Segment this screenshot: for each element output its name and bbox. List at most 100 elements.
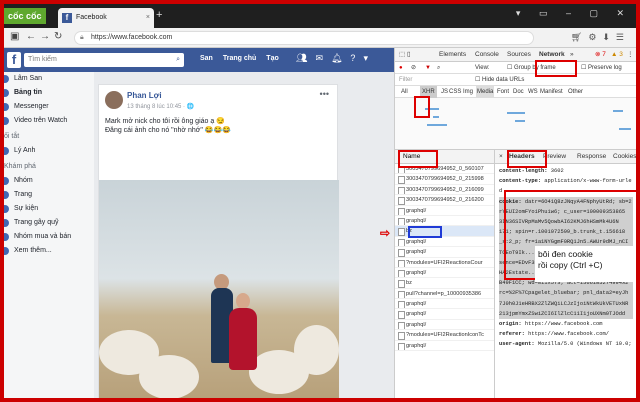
header-row[interactable]: user-agent: Mozilla/5.0 (Windows NT 10.0…	[499, 339, 633, 349]
timeline-bar	[427, 124, 447, 126]
menu-dropdown-icon[interactable]: ▾	[363, 53, 368, 64]
sidebar-item[interactable]: Lâm San	[4, 72, 94, 86]
header-row[interactable]: 213jpmYmxZSwiZCI6IlZlcC11I1joUXNm0TJOdd	[499, 308, 633, 320]
inspect-icon[interactable]: ⬚ ▯	[399, 48, 411, 62]
post-photo[interactable]	[99, 180, 339, 398]
type-css[interactable]: CSS	[449, 86, 461, 98]
type-other[interactable]: Other	[568, 86, 583, 98]
devtools-menu-icon[interactable]: ⋮	[627, 48, 634, 62]
type-font[interactable]: Font	[497, 86, 509, 98]
extension-icons[interactable]: 🛒︎⚙⬇☰	[571, 32, 630, 43]
request-row[interactable]: graphql/	[395, 341, 494, 352]
tab-sources[interactable]: Sources	[507, 48, 531, 62]
request-row[interactable]: ?modules=UFI2ReactionIconTc	[395, 330, 494, 341]
search-icon[interactable]: ⌕	[176, 53, 180, 67]
reload-icon[interactable]: ↻	[54, 31, 62, 42]
post-timestamp[interactable]: 13 tháng 8 lúc 10:45 · 🌐	[127, 103, 194, 110]
sidebar-item[interactable]: Lý Anh	[4, 144, 94, 158]
type-all[interactable]: All	[401, 86, 408, 98]
request-row[interactable]: bz	[395, 278, 494, 289]
friends-icon[interactable]: 👥︎	[296, 53, 307, 64]
help-icon[interactable]: ?	[350, 53, 355, 64]
sidebar-item-icon	[4, 103, 9, 111]
nav-home[interactable]: Trang chủ	[223, 55, 256, 62]
sidebar-item[interactable]: Bảng tin	[4, 86, 94, 100]
request-row[interactable]: graphql/	[395, 268, 494, 279]
request-row[interactable]: 3003470799694952_0_215998	[395, 174, 494, 185]
sidebar-item[interactable]: Messenger	[4, 100, 94, 114]
type-ws[interactable]: WS	[528, 86, 538, 98]
request-row[interactable]: graphql/	[395, 237, 494, 248]
header-value: rc=%2F%7Cpagelet_bluebar; pnl_data2=eyJh	[499, 290, 629, 297]
post-options-icon[interactable]: •••	[320, 89, 329, 99]
request-row[interactable]: 3003470799694952_0_216200	[395, 195, 494, 206]
preserve-log-checkbox[interactable]: ☐ Preserve log	[581, 62, 622, 74]
type-doc[interactable]: Doc	[513, 86, 524, 98]
record-icon[interactable]: ●	[399, 62, 403, 74]
request-row[interactable]: graphql/	[395, 309, 494, 320]
header-row[interactable]: origin: https://www.facebook.com	[499, 319, 633, 329]
view-label: View:	[475, 65, 490, 71]
request-row[interactable]: graphql/	[395, 216, 494, 227]
avatar[interactable]	[105, 91, 123, 109]
header-row[interactable]: 7J0h0J1eHRBX2ZlZWQiLCJzIjoiNtWkUkVETUxNR	[499, 298, 633, 309]
post-author[interactable]: Phan Lợi	[127, 91, 162, 100]
browser-tab-facebook[interactable]: f Facebook ×	[58, 8, 154, 28]
hide-data-urls-checkbox[interactable]: ☐ Hide data URLs	[475, 74, 524, 86]
network-timeline[interactable]	[395, 98, 636, 150]
sidebar-item[interactable]: Video trên Watch	[4, 114, 94, 128]
type-manifest[interactable]: Manifest	[540, 86, 563, 98]
facebook-logo-icon[interactable]: f	[7, 52, 21, 68]
sidebar-item[interactable]: Trang gây quỹ	[4, 216, 94, 230]
new-tab-button[interactable]: +	[156, 9, 162, 21]
warning-count[interactable]: ▲ 3	[611, 48, 623, 62]
close-detail-icon[interactable]: ×	[499, 150, 503, 164]
screen: cốc cốc f Facebook × + ▾ ▭ – ▢ ✕ ▣ ← → ↻…	[4, 4, 636, 398]
close-tab-icon[interactable]: ×	[146, 8, 150, 28]
header-row[interactable]: referer: https://www.facebook.com/	[499, 329, 633, 339]
forward-icon[interactable]: →	[40, 31, 50, 42]
sidebar-item[interactable]: Trang	[4, 188, 94, 202]
tab-title: Facebook	[76, 14, 107, 21]
tab-response[interactable]: Response	[577, 150, 606, 164]
nav-create[interactable]: Tạo	[266, 55, 278, 62]
search-network-icon[interactable]: ⌕	[437, 62, 440, 74]
messenger-icon[interactable]: ✉	[315, 53, 323, 64]
header-row[interactable]: rc=%2F%7Cpagelet_bluebar; pnl_data2=eyJh	[499, 288, 633, 299]
facebook-search-input[interactable]: Tìm kiếm ⌕	[24, 53, 184, 67]
request-row[interactable]: graphql/	[395, 247, 494, 258]
request-row[interactable]: graphql/	[395, 299, 494, 310]
url-field[interactable]: 🔒︎ https://www.facebook.com	[74, 31, 534, 45]
notifications-icon[interactable]: 🔔︎	[331, 53, 342, 64]
sidebar-toggle-icon[interactable]: ▣	[10, 31, 19, 42]
sidebar-item[interactable]: Nhóm mua và bán	[4, 230, 94, 244]
filter-input[interactable]: Filter	[399, 74, 412, 86]
type-js[interactable]: JS	[441, 86, 448, 98]
type-img[interactable]: Img	[463, 86, 473, 98]
tab-cookies[interactable]: Cookies	[613, 150, 636, 164]
clear-icon[interactable]: ⊘	[411, 62, 416, 74]
request-row[interactable]: pull?channel=p_10000935386	[395, 289, 494, 300]
filter-icon[interactable]: ▼	[425, 62, 431, 74]
request-row[interactable]: ?modules=UFI2ReactionsCour	[395, 258, 494, 268]
header-value: 213jpmYmxZSwiZCI6IlZlcC11I1joUXNm0TJOdd	[499, 310, 626, 317]
sidebar-item[interactable]: Xem thêm...	[4, 244, 94, 258]
sidebar-item-icon	[4, 177, 9, 185]
back-icon[interactable]: ←	[26, 31, 36, 42]
sidebar-item[interactable]: Nhóm	[4, 174, 94, 188]
tab-elements[interactable]: Elements	[439, 48, 466, 62]
type-media[interactable]: Media	[476, 86, 495, 98]
timeline-bar	[507, 112, 525, 114]
request-row[interactable]: 3003470799694952_0_216099	[395, 185, 494, 196]
tab-console[interactable]: Console	[475, 48, 499, 62]
request-row[interactable]: graphql/	[395, 320, 494, 331]
header-row[interactable]: content-type: application/x-www-form-url…	[499, 176, 633, 186]
sidebar-item-icon	[4, 233, 9, 241]
facebook-header-icons: 👥︎ ✉ 🔔︎ ? ▾	[296, 53, 368, 64]
request-row[interactable]: graphql/	[395, 206, 494, 216]
sidebar-item[interactable]: Sự kiện	[4, 202, 94, 216]
error-count[interactable]: ⊗ 7	[595, 48, 606, 62]
window-controls[interactable]: ▾ ▭ – ▢ ✕	[516, 8, 632, 19]
nav-profile[interactable]: San	[200, 55, 213, 62]
facebook-nav: San Trang chủ Tạo	[200, 55, 279, 62]
